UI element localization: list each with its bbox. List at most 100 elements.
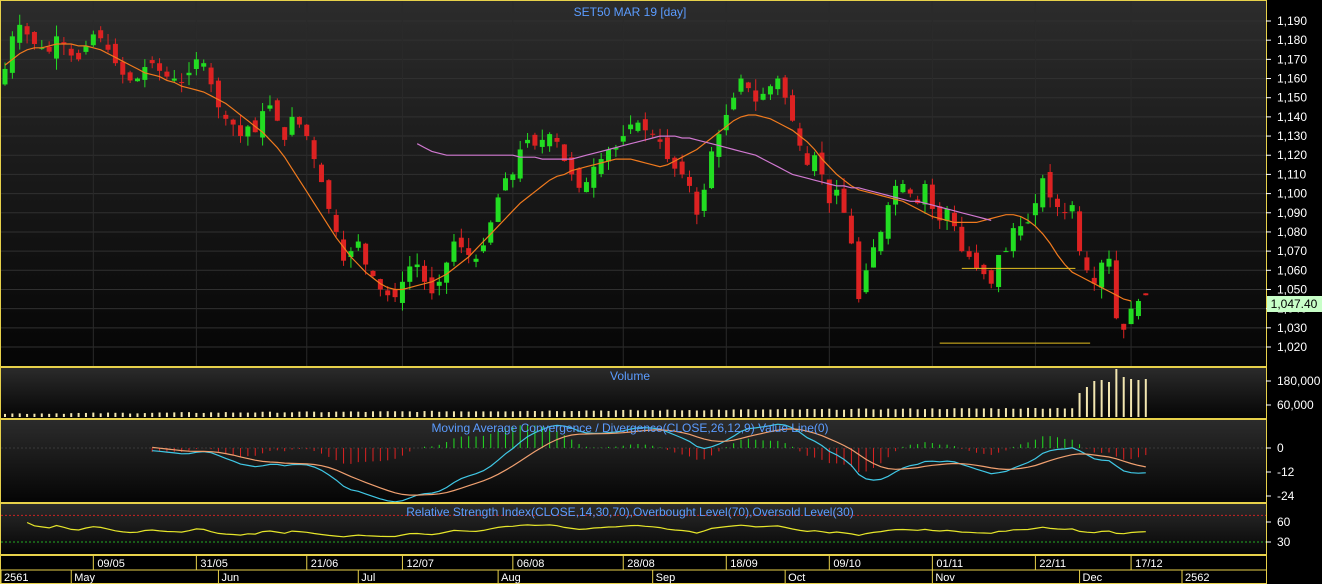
candle-body[interactable] <box>1113 260 1119 319</box>
volume-bar[interactable] <box>533 411 536 417</box>
candle-body[interactable] <box>642 119 648 131</box>
volume-bar[interactable] <box>607 410 610 417</box>
volume-bar[interactable] <box>1041 408 1044 417</box>
volume-bar[interactable] <box>55 413 58 417</box>
volume-bar[interactable] <box>1108 382 1110 417</box>
candle-body[interactable] <box>9 36 15 73</box>
volume-bar[interactable] <box>467 411 470 417</box>
volume-bar[interactable] <box>946 409 949 417</box>
candle-body[interactable] <box>554 137 560 142</box>
candle-body[interactable] <box>731 97 737 110</box>
volume-bar[interactable] <box>276 412 279 417</box>
volume-bar[interactable] <box>843 409 846 417</box>
volume-bar[interactable] <box>909 408 912 417</box>
volume-bar[interactable] <box>210 412 213 417</box>
volume-bar[interactable] <box>828 408 831 417</box>
volume-bar[interactable] <box>246 412 249 417</box>
volume-bar[interactable] <box>725 410 728 417</box>
volume-bar[interactable] <box>519 411 522 417</box>
volume-bar[interactable] <box>548 410 551 417</box>
candle-body[interactable] <box>996 254 1002 288</box>
volume-bar[interactable] <box>556 411 558 417</box>
volume-bar[interactable] <box>666 409 669 417</box>
candle-body[interactable] <box>282 127 288 140</box>
volume-bar[interactable] <box>188 412 190 417</box>
volume-bar[interactable] <box>600 410 603 417</box>
candle-body[interactable] <box>134 78 140 82</box>
volume-bar[interactable] <box>644 410 647 417</box>
volume-bar[interactable] <box>710 409 713 417</box>
volume-bar[interactable] <box>1063 408 1066 417</box>
volume-bar[interactable] <box>1012 408 1015 417</box>
candle-body[interactable] <box>525 139 531 144</box>
volume-bar[interactable] <box>445 411 448 417</box>
candle-body[interactable] <box>856 241 862 300</box>
volume-bar[interactable] <box>394 411 397 417</box>
candle-body[interactable] <box>1135 300 1141 317</box>
volume-bar[interactable] <box>1071 408 1074 417</box>
volume-bar[interactable] <box>313 411 316 417</box>
volume-bar[interactable] <box>114 412 117 417</box>
volume-bar[interactable] <box>26 413 29 417</box>
volume-bar[interactable] <box>4 413 6 417</box>
candle-body[interactable] <box>539 139 545 147</box>
candle-body[interactable] <box>502 178 508 191</box>
candle-body[interactable] <box>208 67 214 85</box>
volume-bar[interactable] <box>570 411 573 417</box>
volume-bar[interactable] <box>239 412 242 417</box>
volume-bar[interactable] <box>224 412 227 417</box>
candle-body[interactable] <box>959 226 965 252</box>
candle-body[interactable] <box>951 212 957 227</box>
volume-bar[interactable] <box>1019 408 1022 417</box>
candle-body[interactable] <box>893 185 899 205</box>
candle-body[interactable] <box>355 241 361 248</box>
candle-body[interactable] <box>775 78 781 90</box>
candle-body[interactable] <box>392 288 398 298</box>
volume-bar[interactable] <box>357 411 360 417</box>
candle-body[interactable] <box>238 125 244 137</box>
volume-bar[interactable] <box>614 410 617 417</box>
candle-body[interactable] <box>974 252 980 269</box>
candle-body[interactable] <box>944 208 950 221</box>
volume-bar[interactable] <box>70 413 73 417</box>
candle-body[interactable] <box>870 247 876 268</box>
candle-body[interactable] <box>193 59 199 69</box>
volume-bar[interactable] <box>408 411 411 417</box>
candle-body[interactable] <box>31 32 37 45</box>
volume-bar[interactable] <box>11 413 14 417</box>
volume-bar[interactable] <box>901 408 904 417</box>
volume-bar[interactable] <box>622 409 625 417</box>
volume-bar[interactable] <box>1085 387 1088 417</box>
volume-bar[interactable] <box>585 410 588 417</box>
volume-bar[interactable] <box>372 411 374 417</box>
candle-body[interactable] <box>24 26 30 35</box>
candle-body[interactable] <box>473 258 479 262</box>
candle-body[interactable] <box>1047 172 1053 198</box>
candle-body[interactable] <box>495 197 501 222</box>
volume-bar[interactable] <box>938 409 941 417</box>
candle-body[interactable] <box>1143 293 1149 296</box>
volume-bar[interactable] <box>489 411 492 417</box>
volume-bar[interactable] <box>430 410 433 417</box>
volume-bar[interactable] <box>475 411 478 417</box>
volume-bar[interactable] <box>1049 408 1052 417</box>
candle-body[interactable] <box>105 44 111 50</box>
volume-bar[interactable] <box>386 411 389 417</box>
volume-bar[interactable] <box>158 412 161 417</box>
candle-body[interactable] <box>164 71 170 77</box>
candle-body[interactable] <box>422 265 428 282</box>
volume-bar[interactable] <box>482 411 485 417</box>
candle-body[interactable] <box>988 270 994 284</box>
candle-body[interactable] <box>1018 226 1024 236</box>
candle-body[interactable] <box>1010 228 1016 252</box>
volume-bar[interactable] <box>681 410 684 417</box>
candle-body[interactable] <box>834 189 840 196</box>
volume-bar[interactable] <box>232 412 235 417</box>
candle-body[interactable] <box>841 188 847 213</box>
candle-body[interactable] <box>54 36 60 59</box>
candle-body[interactable] <box>458 237 464 248</box>
candle-body[interactable] <box>215 80 221 108</box>
candle-body[interactable] <box>1040 178 1046 208</box>
candle-body[interactable] <box>230 119 236 125</box>
volume-bar[interactable] <box>379 411 382 417</box>
